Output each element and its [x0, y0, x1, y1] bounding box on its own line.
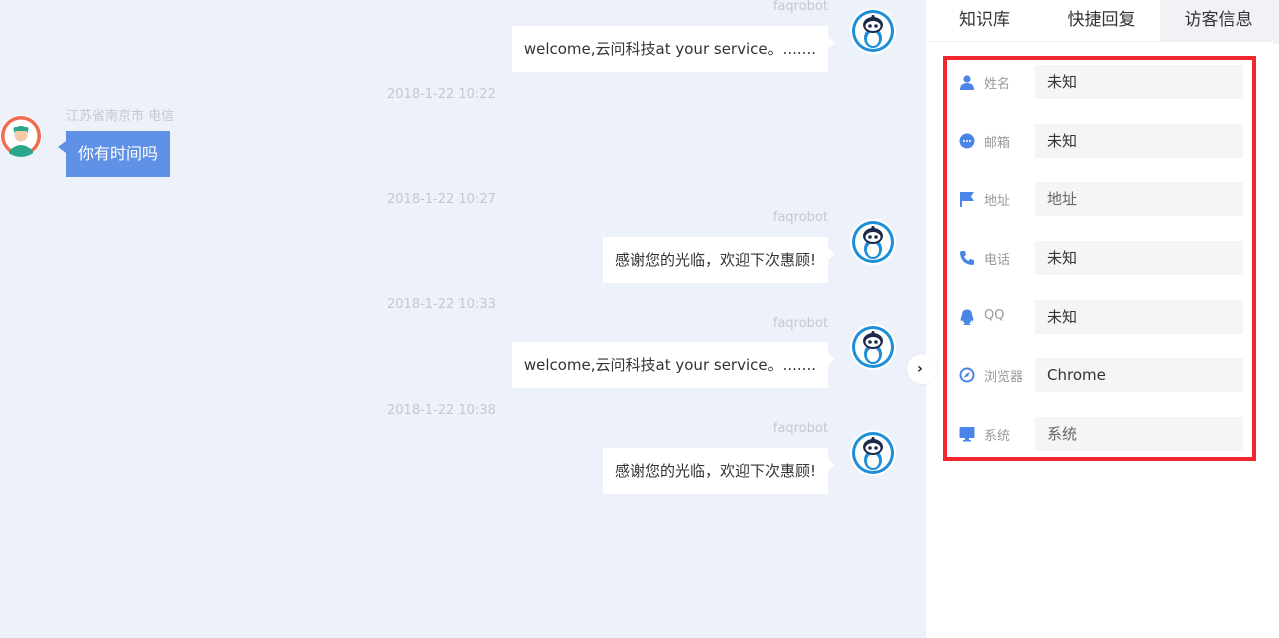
- robot-icon: [850, 8, 896, 54]
- message-timestamp: 2018-1-22 10:38: [387, 403, 496, 418]
- field-browser: 浏览器 Chrome: [957, 358, 1247, 392]
- robot-avatar: [850, 219, 896, 265]
- visitor-person-icon: [1, 116, 41, 157]
- field-label: 电话: [984, 253, 1011, 268]
- robot-sender-name: faqrobot: [772, 0, 828, 14]
- field-label: 邮箱: [984, 136, 1011, 151]
- robot-icon: [850, 324, 896, 370]
- message-timestamp: 2018-1-22 10:33: [387, 297, 496, 312]
- flag-icon: [960, 192, 974, 207]
- field-system: 系统 系统: [957, 417, 1247, 451]
- name-field[interactable]: 未知: [1035, 65, 1243, 99]
- robot-avatar: [850, 430, 896, 476]
- field-phone: 电话 未知: [957, 241, 1247, 275]
- system-field[interactable]: 系统: [1035, 417, 1243, 451]
- robot-icon: [850, 430, 896, 476]
- field-label: 浏览器: [984, 370, 1024, 385]
- compass-icon: [959, 367, 975, 383]
- tab-quick-reply[interactable]: 快捷回复: [1043, 0, 1160, 41]
- visitor-info-form: 姓名 未知 邮箱 未知 地址 地址 电话 未知 QQ 未知 浏览器 Chrome…: [943, 56, 1256, 461]
- qq-penguin-icon: [960, 309, 974, 325]
- qq-field[interactable]: 未知: [1035, 300, 1243, 334]
- visitor-location: 江苏省南京市 电信: [66, 109, 175, 124]
- phone-field[interactable]: 未知: [1035, 241, 1243, 275]
- address-field[interactable]: 地址: [1035, 182, 1243, 216]
- robot-message-bubble: 感谢您的光临，欢迎下次惠顾!: [602, 448, 836, 494]
- field-email: 邮箱 未知: [957, 124, 1247, 158]
- visitor-avatar: [0, 115, 42, 157]
- user-icon: [960, 75, 974, 90]
- robot-sender-name: faqrobot: [772, 316, 828, 331]
- chat-bubble-icon: [959, 133, 975, 149]
- field-label: 姓名: [984, 77, 1011, 92]
- tab-knowledge-base[interactable]: 知识库: [926, 0, 1043, 41]
- phone-icon: [960, 251, 974, 265]
- email-field[interactable]: 未知: [1035, 124, 1243, 158]
- field-qq: QQ 未知: [957, 300, 1247, 334]
- chat-pane: faqrobot welcome,云问科技at your service。...…: [0, 0, 926, 638]
- field-name: 姓名 未知: [957, 65, 1247, 99]
- robot-sender-name: faqrobot: [772, 421, 828, 436]
- message-timestamp: 2018-1-22 10:22: [387, 87, 496, 102]
- field-label: 地址: [984, 194, 1011, 209]
- robot-avatar: [850, 324, 896, 370]
- field-address: 地址 地址: [957, 182, 1247, 216]
- field-label: QQ: [984, 308, 1005, 323]
- field-label: 系统: [984, 429, 1011, 444]
- collapse-panel-button[interactable]: ›: [907, 354, 937, 384]
- browser-field[interactable]: Chrome: [1035, 358, 1243, 392]
- visitor-side-panel: 知识库 快捷回复 访客信息 姓名 未知 邮箱 未知 地址 地址 电话 未知 QQ…: [926, 0, 1279, 638]
- robot-avatar: [850, 8, 896, 54]
- robot-message-bubble: welcome,云问科技at your service。.......: [511, 342, 836, 388]
- robot-sender-name: faqrobot: [772, 210, 828, 225]
- robot-message-bubble: 感谢您的光临，欢迎下次惠顾!: [602, 237, 836, 283]
- chevron-right-icon: ›: [917, 361, 923, 377]
- robot-icon: [850, 219, 896, 265]
- panel-tabs: 知识库 快捷回复 访客信息: [926, 0, 1279, 42]
- monitor-icon: [959, 427, 975, 442]
- panel-scrollbar[interactable]: [1273, 0, 1279, 44]
- visitor-message-bubble: 你有时间吗: [57, 131, 171, 177]
- tab-visitor-info[interactable]: 访客信息: [1160, 0, 1277, 41]
- message-timestamp: 2018-1-22 10:27: [387, 192, 496, 207]
- robot-message-bubble: welcome,云问科技at your service。.......: [511, 26, 836, 72]
